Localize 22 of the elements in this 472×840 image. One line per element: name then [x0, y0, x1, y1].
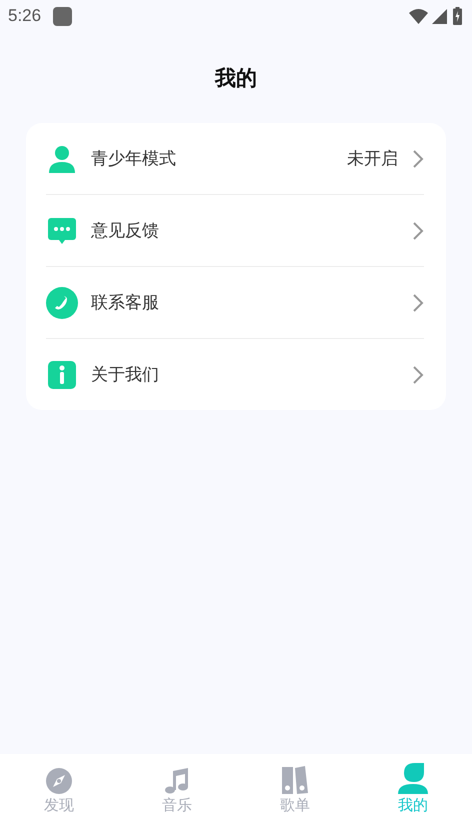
- binders-icon: [282, 766, 308, 794]
- compass-icon: [46, 768, 72, 794]
- wifi-icon: [409, 8, 428, 24]
- menu-item[interactable]: 意见反馈: [46, 194, 424, 266]
- page-title: 我的: [215, 64, 257, 92]
- person-icon: [48, 144, 76, 172]
- battery-icon: [453, 7, 462, 25]
- phone-icon: [46, 286, 78, 318]
- status-time: 5:26: [8, 6, 42, 26]
- chevron-right-icon: [412, 148, 424, 168]
- chevron-right-icon: [412, 220, 424, 240]
- info-icon: [48, 360, 76, 388]
- menu-item[interactable]: 关于我们: [46, 338, 424, 410]
- chevron-right-icon: [412, 292, 424, 312]
- menu-item[interactable]: 青少年模式 未开启: [46, 123, 424, 194]
- person-icon: [398, 762, 428, 794]
- app-notification-icon: [53, 6, 72, 26]
- chevron-right-icon: [412, 364, 424, 384]
- chat-bubble-icon: [47, 216, 77, 244]
- signal-icon: [432, 8, 447, 24]
- menu-item[interactable]: 联系客服: [46, 266, 424, 338]
- music-note-icon: [164, 766, 190, 794]
